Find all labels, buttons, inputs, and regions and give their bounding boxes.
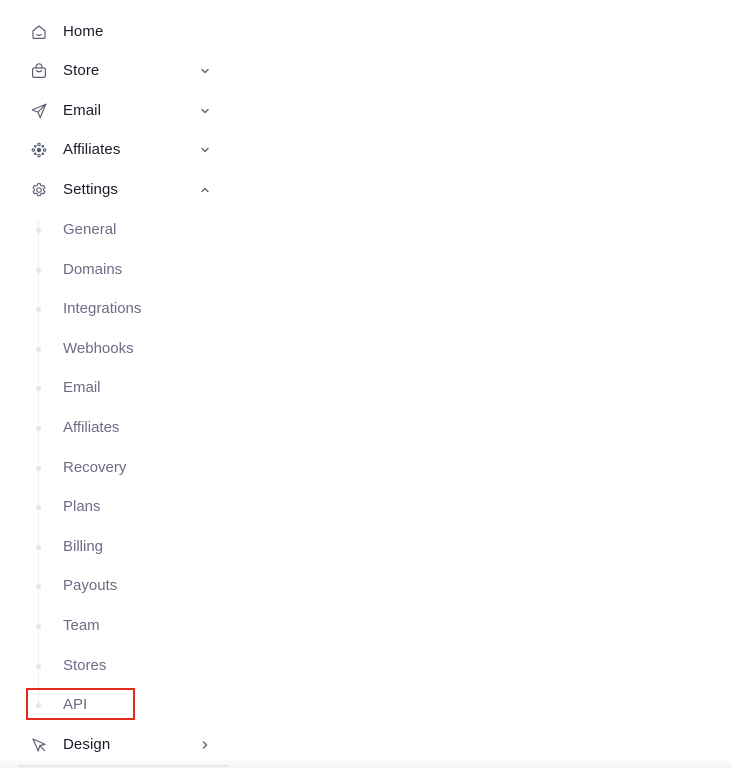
settings-subitem-affiliates[interactable]: Affiliates — [0, 408, 200, 448]
settings-subitem-team[interactable]: Team — [0, 606, 200, 646]
network-dots-icon — [30, 141, 48, 159]
settings-subitem-stores[interactable]: Stores — [0, 646, 200, 686]
send-icon — [30, 102, 48, 120]
settings-subitem-email[interactable]: Email — [0, 368, 200, 408]
gear-icon — [30, 181, 48, 199]
bottom-divider — [18, 765, 228, 767]
settings-subitem-general[interactable]: General — [0, 210, 200, 250]
chevron-down-icon[interactable] — [199, 144, 211, 156]
sidebar-nav: Home Store Email Affiliates Settings Gen… — [0, 0, 732, 768]
nav-item-email[interactable]: Email — [0, 91, 230, 131]
nav-label-settings: Settings — [63, 181, 118, 198]
nav-label-store: Store — [63, 62, 100, 79]
cursor-arrow-icon — [30, 736, 48, 754]
shopping-bag-icon — [30, 62, 48, 80]
subitem-label: API — [63, 696, 88, 713]
settings-subitem-recovery[interactable]: Recovery — [0, 448, 200, 488]
subitem-label: Domains — [63, 261, 123, 278]
subitem-label: Team — [63, 617, 100, 634]
subitem-label: Billing — [63, 538, 104, 555]
tree-dot — [36, 228, 41, 233]
tree-dot — [36, 703, 41, 708]
tree-dot — [36, 347, 41, 352]
subitem-label: Integrations — [63, 300, 142, 317]
settings-subitem-api[interactable]: API — [0, 685, 200, 725]
tree-dot — [36, 664, 41, 669]
tree-dot — [36, 426, 41, 431]
nav-item-affiliates[interactable]: Affiliates — [0, 130, 230, 170]
nav-item-home[interactable]: Home — [0, 12, 230, 52]
subitem-label: Affiliates — [63, 419, 120, 436]
home-icon — [30, 23, 48, 41]
tree-dot — [36, 307, 41, 312]
subitem-label: Recovery — [63, 459, 127, 476]
nav-label-email: Email — [63, 102, 102, 119]
settings-subitem-billing[interactable]: Billing — [0, 527, 200, 567]
subitem-label: Email — [63, 379, 101, 396]
settings-subitem-plans[interactable]: Plans — [0, 487, 200, 527]
nav-label-design: Design — [63, 736, 111, 753]
tree-dot — [36, 545, 41, 550]
nav-label-affiliates: Affiliates — [63, 141, 121, 158]
nav-label-home: Home — [63, 23, 104, 40]
subitem-label: Stores — [63, 657, 107, 674]
chevron-up-icon[interactable] — [199, 184, 211, 196]
nav-item-settings[interactable]: Settings — [0, 170, 230, 210]
settings-subitem-payouts[interactable]: Payouts — [0, 566, 200, 606]
settings-subitem-webhooks[interactable]: Webhooks — [0, 329, 200, 369]
subitem-label: Webhooks — [63, 340, 134, 357]
tree-dot — [36, 386, 41, 391]
settings-subitem-domains[interactable]: Domains — [0, 250, 200, 290]
tree-dot — [36, 466, 41, 471]
subitem-label: Payouts — [63, 577, 118, 594]
tree-dot — [36, 505, 41, 510]
subitem-label: Plans — [63, 498, 101, 515]
tree-dot — [36, 584, 41, 589]
subitem-label: General — [63, 221, 117, 238]
nav-item-store[interactable]: Store — [0, 51, 230, 91]
tree-dot — [36, 268, 41, 273]
chevron-right-icon[interactable] — [199, 739, 211, 751]
tree-dot — [36, 624, 41, 629]
settings-subitem-integrations[interactable]: Integrations — [0, 289, 200, 329]
chevron-down-icon[interactable] — [199, 105, 211, 117]
chevron-down-icon[interactable] — [199, 65, 211, 77]
